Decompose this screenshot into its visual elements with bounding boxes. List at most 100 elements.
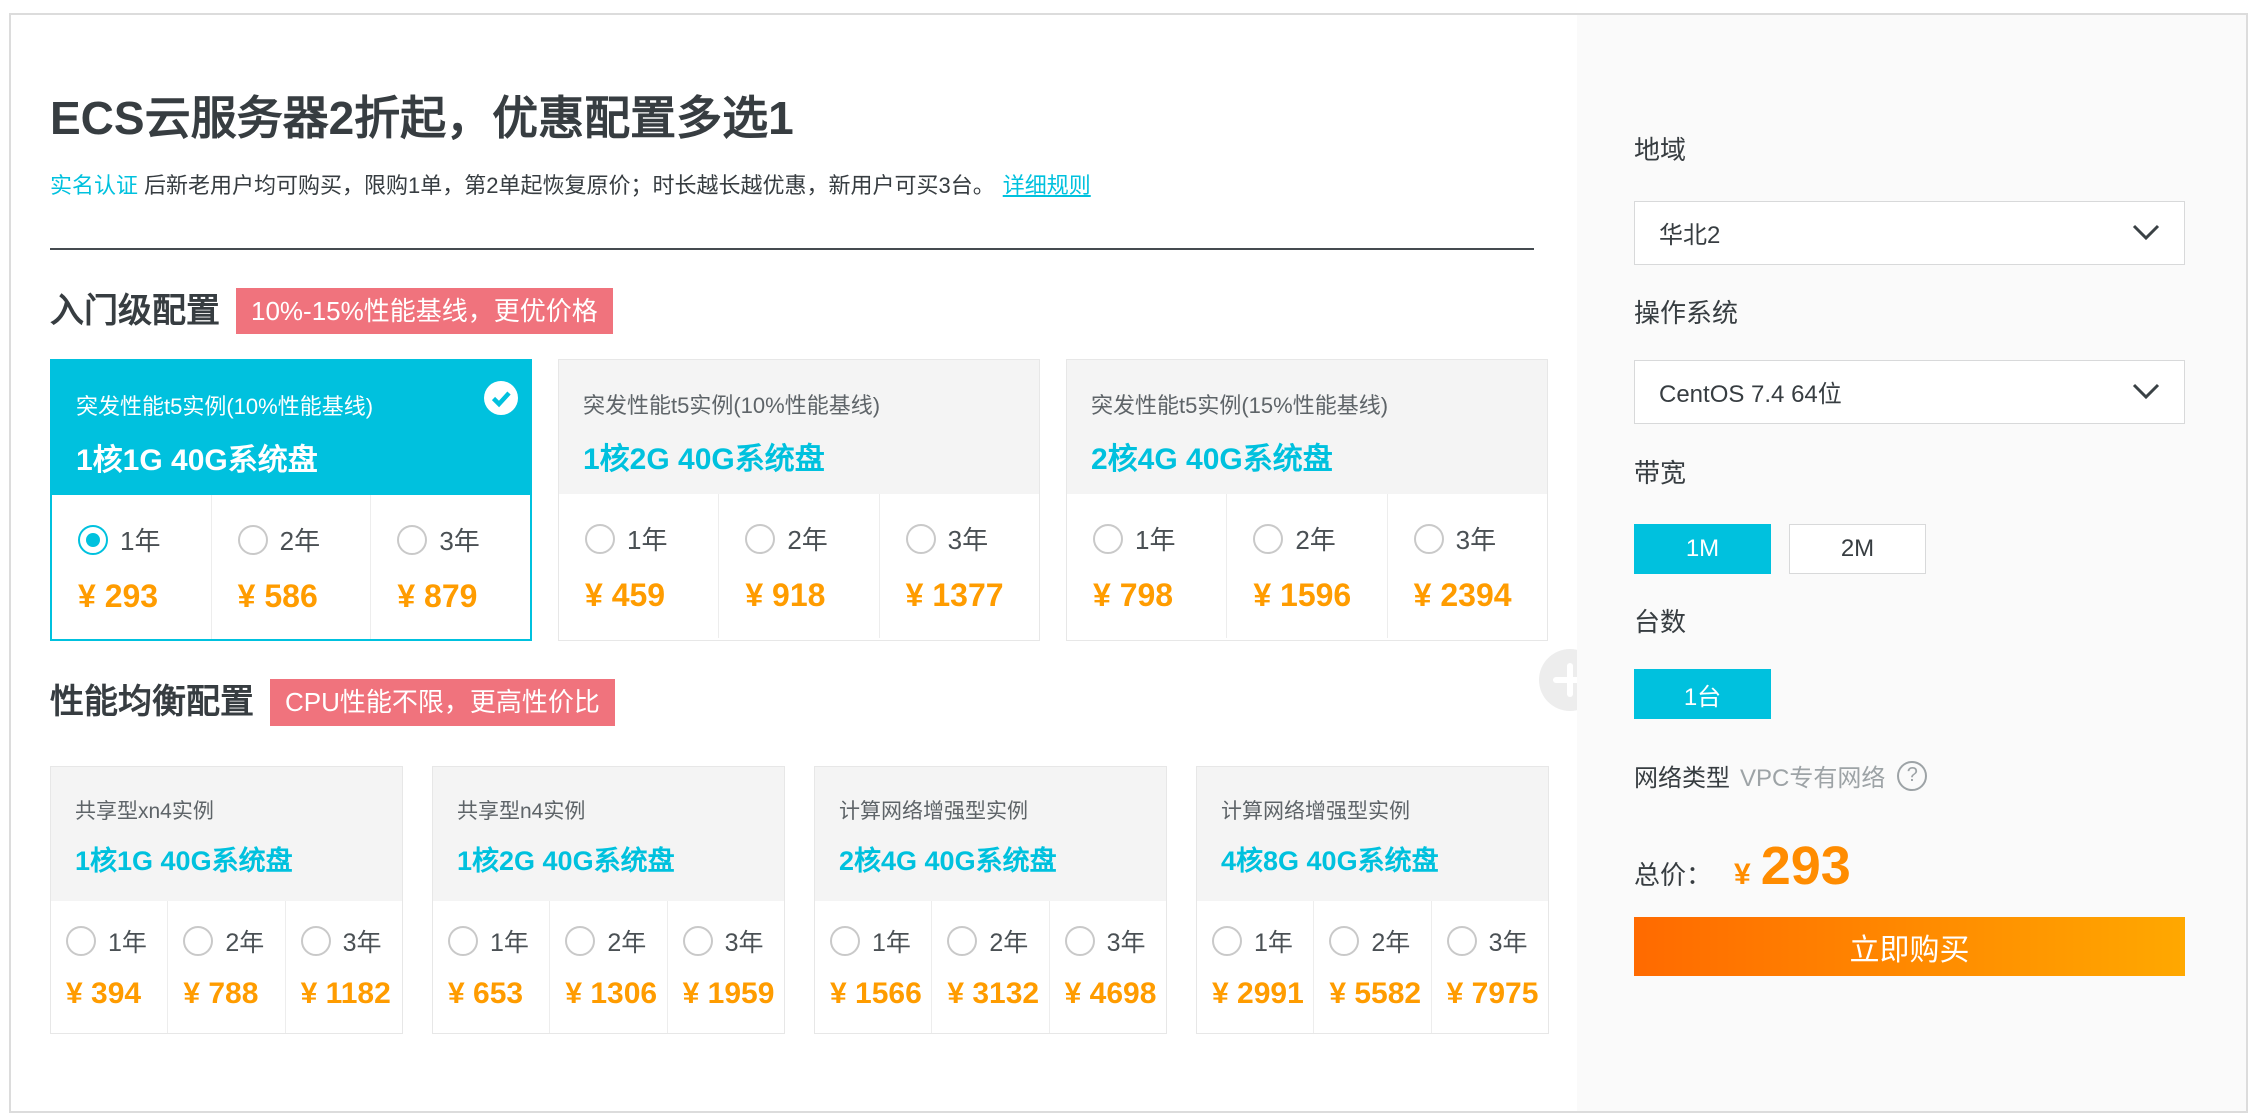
region-select[interactable]: 华北2: [1634, 201, 2185, 265]
instance-spec: 1核1G 40G系统盘: [76, 435, 530, 479]
term-label: 1年: [1135, 520, 1175, 557]
instance-card[interactable]: 突发性能t5实例(10%性能基线) 1核2G 40G系统盘 1年 ¥ 459 2…: [558, 359, 1040, 641]
term-option[interactable]: 1年 ¥ 653: [433, 901, 549, 1033]
instance-name: 突发性能t5实例(10%性能基线): [76, 389, 530, 421]
term-options: 1年 ¥ 2991 2年 ¥ 5582 3年 ¥ 7975: [1197, 901, 1548, 1033]
instance-card-head: 计算网络增强型实例 2核4G 40G系统盘: [815, 767, 1166, 901]
term-price: ¥ 2394: [1414, 577, 1547, 614]
term-option[interactable]: 2年 ¥ 1306: [549, 901, 666, 1033]
detail-rules-link[interactable]: 详细规则: [1003, 173, 1091, 198]
term-label: 1年: [490, 923, 529, 959]
term-label: 2年: [787, 520, 827, 557]
instance-card-head: 共享型xn4实例 1核1G 40G系统盘: [51, 767, 402, 901]
term-option[interactable]: 3年 ¥ 879: [370, 495, 530, 639]
term-radio-row: 3年: [1414, 520, 1547, 557]
term-option[interactable]: 2年 ¥ 5582: [1313, 901, 1430, 1033]
term-option[interactable]: 2年 ¥ 1596: [1226, 494, 1386, 638]
term-option[interactable]: 3年 ¥ 4698: [1049, 901, 1166, 1033]
term-radio-row: 2年: [238, 521, 371, 558]
term-price: ¥ 459: [585, 577, 718, 614]
term-option[interactable]: 1年 ¥ 459: [559, 494, 718, 638]
term-label: 1年: [108, 923, 147, 959]
term-label: 2年: [225, 923, 264, 959]
term-price: ¥ 1596: [1253, 577, 1386, 614]
term-option[interactable]: 2年 ¥ 788: [167, 901, 284, 1033]
term-price: ¥ 1959: [683, 977, 784, 1011]
os-select[interactable]: CentOS 7.4 64位: [1634, 360, 2185, 424]
term-option[interactable]: 3年 ¥ 1182: [285, 901, 402, 1033]
term-radio-row: 3年: [906, 520, 1039, 557]
term-radio[interactable]: [683, 926, 713, 956]
term-radio-row: 1年: [66, 923, 167, 959]
count-option-1[interactable]: 1台: [1634, 669, 1771, 719]
term-option[interactable]: 2年 ¥ 918: [718, 494, 878, 638]
bandwidth-option-1m[interactable]: 1M: [1634, 524, 1771, 574]
term-radio[interactable]: [745, 524, 775, 554]
term-option[interactable]: 2年 ¥ 586: [211, 495, 371, 639]
instance-card-head: 共享型n4实例 1核2G 40G系统盘: [433, 767, 784, 901]
term-option[interactable]: 1年 ¥ 1566: [815, 901, 931, 1033]
term-radio[interactable]: [1329, 926, 1359, 956]
term-label: 1年: [627, 520, 667, 557]
term-option[interactable]: 3年 ¥ 2394: [1387, 494, 1547, 638]
term-radio[interactable]: [947, 926, 977, 956]
instance-spec: 1核2G 40G系统盘: [583, 434, 1039, 478]
term-radio[interactable]: [183, 926, 213, 956]
term-radio[interactable]: [1093, 524, 1123, 554]
term-options: 1年 ¥ 653 2年 ¥ 1306 3年 ¥ 1959: [433, 901, 784, 1033]
term-radio[interactable]: [1447, 926, 1477, 956]
term-radio[interactable]: [1414, 524, 1444, 554]
term-radio-row: 1年: [78, 521, 211, 558]
instance-card[interactable]: 共享型xn4实例 1核1G 40G系统盘 1年 ¥ 394 2年 ¥ 788 3…: [50, 766, 403, 1034]
bandwidth-option-2m[interactable]: 2M: [1789, 524, 1926, 574]
instance-name: 计算网络增强型实例: [839, 795, 1166, 825]
instance-card[interactable]: 突发性能t5实例(15%性能基线) 2核4G 40G系统盘 1年 ¥ 798 2…: [1066, 359, 1548, 641]
total-currency: ¥: [1734, 858, 1751, 892]
chevron-down-icon: [2132, 224, 2160, 242]
term-price: ¥ 2991: [1212, 977, 1313, 1011]
term-option[interactable]: 1年 ¥ 2991: [1197, 901, 1313, 1033]
term-radio[interactable]: [78, 525, 108, 555]
term-option[interactable]: 1年 ¥ 394: [51, 901, 167, 1033]
term-price: ¥ 879: [397, 578, 530, 615]
section-header: 入门级配置 10%-15%性能基线，更优价格: [50, 288, 1577, 335]
term-price: ¥ 4698: [1065, 977, 1166, 1011]
term-options: 1年 ¥ 798 2年 ¥ 1596 3年 ¥ 2394: [1067, 494, 1547, 638]
term-label: 2年: [607, 923, 646, 959]
term-option[interactable]: 3年 ¥ 1377: [879, 494, 1039, 638]
term-option[interactable]: 2年 ¥ 3132: [931, 901, 1048, 1033]
instance-card[interactable]: 计算网络增强型实例 2核4G 40G系统盘 1年 ¥ 1566 2年 ¥ 313…: [814, 766, 1167, 1034]
instance-card[interactable]: 计算网络增强型实例 4核8G 40G系统盘 1年 ¥ 2991 2年 ¥ 558…: [1196, 766, 1549, 1034]
term-radio[interactable]: [906, 524, 936, 554]
term-label: 3年: [343, 923, 382, 959]
term-radio[interactable]: [1065, 926, 1095, 956]
term-label: 3年: [439, 521, 479, 558]
sections-container: 入门级配置 10%-15%性能基线，更优价格 突发性能t5实例(10%性能基线)…: [50, 288, 1577, 1034]
term-price: ¥ 7975: [1447, 977, 1548, 1011]
term-option[interactable]: 3年 ¥ 1959: [667, 901, 784, 1033]
term-label: 2年: [1295, 520, 1335, 557]
term-radio[interactable]: [565, 926, 595, 956]
instance-card[interactable]: 共享型n4实例 1核2G 40G系统盘 1年 ¥ 653 2年 ¥ 1306 3…: [432, 766, 785, 1034]
term-radio[interactable]: [397, 525, 427, 555]
term-radio[interactable]: [830, 926, 860, 956]
term-label: 3年: [1456, 520, 1496, 557]
instance-card-head: 突发性能t5实例(10%性能基线) 1核2G 40G系统盘: [559, 360, 1039, 494]
term-radio[interactable]: [585, 524, 615, 554]
realname-verify-link[interactable]: 实名认证: [50, 173, 138, 198]
term-price: ¥ 1377: [906, 577, 1039, 614]
term-radio[interactable]: [1253, 524, 1283, 554]
term-radio[interactable]: [66, 926, 96, 956]
term-option[interactable]: 1年 ¥ 798: [1067, 494, 1226, 638]
help-icon[interactable]: ?: [1897, 761, 1927, 791]
term-radio[interactable]: [238, 525, 268, 555]
term-radio-row: 2年: [183, 923, 284, 959]
term-option[interactable]: 1年 ¥ 293: [52, 495, 211, 639]
instance-card[interactable]: 突发性能t5实例(10%性能基线) 1核1G 40G系统盘 1年 ¥ 293 2…: [50, 359, 532, 641]
buy-now-button[interactable]: 立即购买: [1634, 917, 2185, 976]
term-radio[interactable]: [301, 926, 331, 956]
divider: [50, 248, 1534, 250]
term-option[interactable]: 3年 ¥ 7975: [1431, 901, 1548, 1033]
term-radio[interactable]: [1212, 926, 1242, 956]
term-radio[interactable]: [448, 926, 478, 956]
